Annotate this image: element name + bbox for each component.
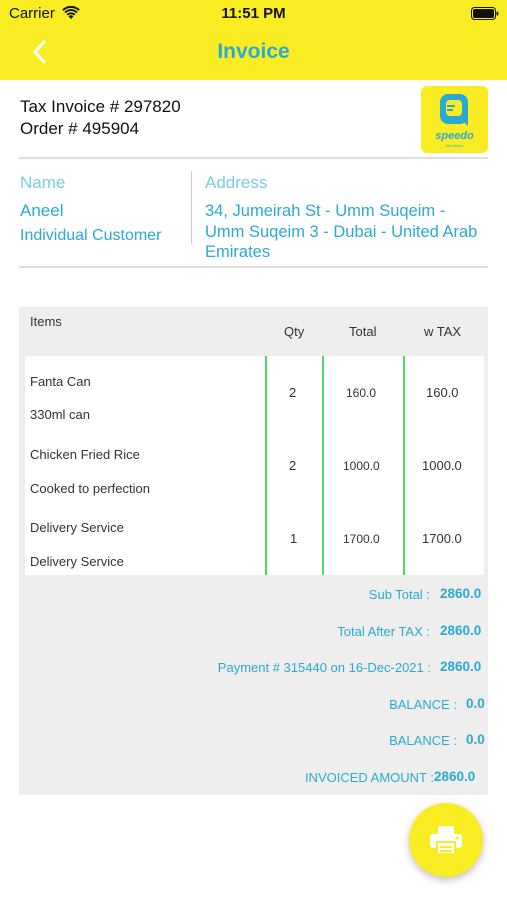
- item-wtax: 1000.0: [422, 458, 462, 473]
- item-wtax: 1700.0: [422, 531, 462, 546]
- customer-type: Individual Customer: [20, 227, 162, 244]
- page-title: Invoice: [217, 40, 290, 63]
- total-after-tax-label: Total After TAX :: [337, 624, 430, 639]
- item-name: Chicken Fried Rice: [30, 447, 140, 462]
- customer-name: Aneel: [20, 201, 64, 220]
- divider: [19, 266, 488, 268]
- address-label: Address: [205, 173, 268, 192]
- item-qty: 2: [289, 385, 297, 400]
- column-divider-green: [322, 356, 324, 575]
- name-label: Name: [20, 173, 66, 192]
- status-bar: Carrier 11:51 PM: [0, 0, 507, 28]
- total-header: Total: [349, 324, 377, 339]
- invoiced-amount-label: INVOICED AMOUNT :: [304, 770, 434, 785]
- item-name: Delivery Service: [30, 520, 124, 535]
- speedo-logo: speedo Merchant: [421, 86, 488, 153]
- table-body: [25, 356, 484, 575]
- item-qty: 2: [289, 458, 297, 473]
- sub-total-value: 2860.0: [440, 586, 482, 601]
- order-number: Order # 495904: [20, 119, 140, 138]
- battery-icon: [471, 7, 499, 20]
- logo-subtext: Merchant: [446, 143, 463, 148]
- wtax-header: w TAX: [424, 324, 462, 339]
- print-button[interactable]: [409, 803, 483, 877]
- column-divider-green: [265, 356, 267, 575]
- items-header: Items: [30, 314, 62, 329]
- balance-label: BALANCE :: [389, 697, 457, 712]
- qty-header: Qty: [284, 324, 305, 339]
- printer-icon: [430, 826, 462, 855]
- customer-address: 34, Jumeirah St - Umm Suqeim - Umm Suqei…: [205, 202, 478, 261]
- divider: [19, 157, 488, 159]
- item-qty: 1: [290, 531, 298, 546]
- item-description: 330ml can: [30, 407, 90, 422]
- column-divider: [191, 171, 192, 244]
- status-time: 11:51 PM: [221, 5, 286, 22]
- total-after-tax-value: 2860.0: [440, 623, 482, 638]
- app-header: Carrier 11:51 PM Invoice: [0, 0, 507, 80]
- balance-value: 0.0: [466, 732, 485, 747]
- logo-text: speedo: [435, 130, 474, 142]
- item-total: 160.0: [346, 386, 377, 400]
- sub-total-label: Sub Total :: [368, 587, 430, 602]
- balance-value: 0.0: [466, 696, 485, 711]
- item-wtax: 160.0: [426, 385, 459, 400]
- column-divider-green: [403, 356, 405, 575]
- payment-label: Payment # 315440 on 16-Dec-2021 :: [217, 660, 431, 675]
- balance-label: BALANCE :: [389, 733, 457, 748]
- item-total: 1000.0: [343, 459, 380, 473]
- item-name: Fanta Can: [30, 374, 91, 389]
- item-description: Cooked to perfection: [30, 481, 150, 496]
- item-total: 1700.0: [343, 532, 380, 546]
- items-table: Items Qty Total w TAX Fanta Can 330ml ca…: [19, 307, 488, 795]
- item-description: Delivery Service: [30, 554, 124, 569]
- payment-value: 2860.0: [440, 659, 482, 674]
- tax-invoice-number: Tax Invoice # 297820: [20, 97, 181, 116]
- invoiced-amount-value: 2860.0: [434, 769, 476, 784]
